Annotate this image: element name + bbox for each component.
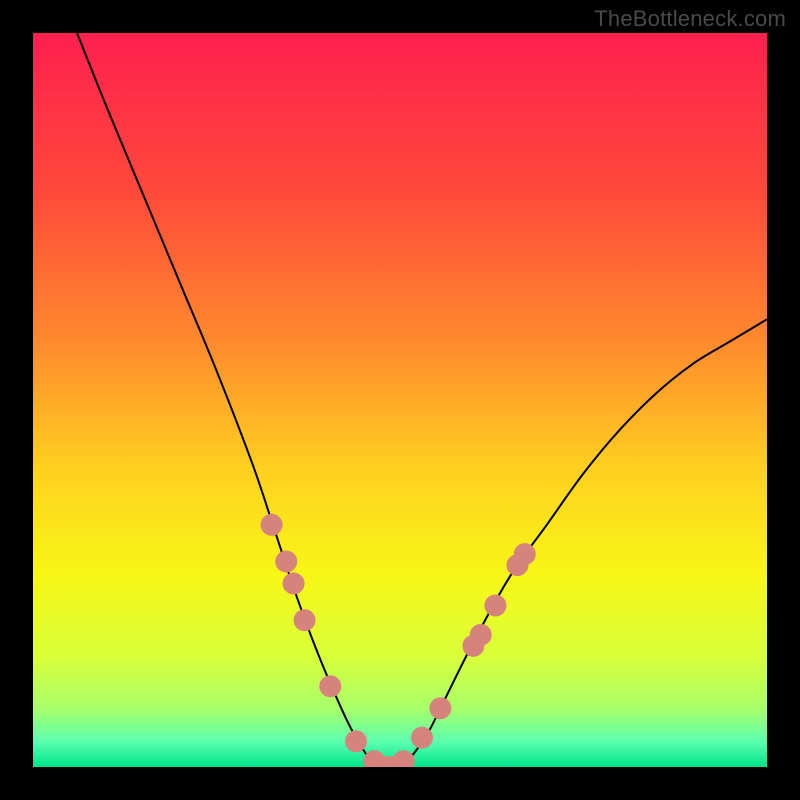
- highlight-marker: [283, 573, 305, 595]
- chart-frame: TheBottleneck.com: [0, 0, 800, 800]
- watermark-text: TheBottleneck.com: [594, 6, 786, 32]
- highlight-marker: [411, 727, 433, 749]
- chart-plot-area: [33, 33, 767, 767]
- highlight-marker: [275, 550, 297, 572]
- highlight-marker: [345, 730, 367, 752]
- highlight-marker: [429, 697, 451, 719]
- highlight-marker: [470, 624, 492, 646]
- highlight-marker: [484, 595, 506, 617]
- chart-svg: [33, 33, 767, 767]
- highlight-marker: [294, 609, 316, 631]
- chart-background: [33, 33, 767, 767]
- highlight-marker: [261, 514, 283, 536]
- highlight-marker: [514, 543, 536, 565]
- highlight-marker: [319, 675, 341, 697]
